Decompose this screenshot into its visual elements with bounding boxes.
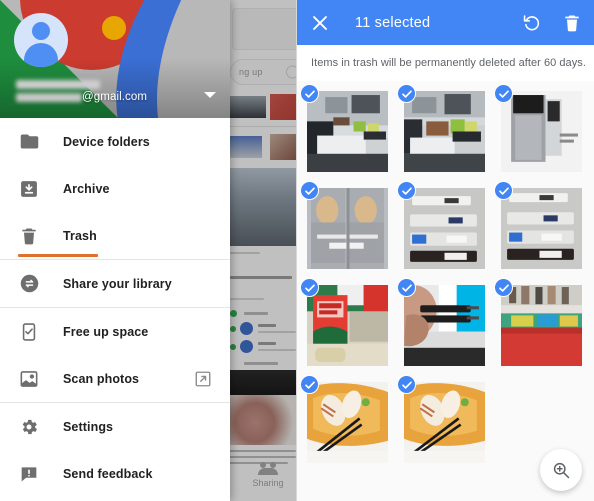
drawer-section-tools: Free up space Scan photos: [0, 308, 230, 402]
photo-grid: [297, 81, 594, 501]
folder-icon: [17, 130, 41, 154]
account-email-suffix: @gmail.com: [82, 91, 148, 103]
feedback-icon: [17, 462, 41, 486]
gear-icon: [17, 415, 41, 439]
photo-thumbnail: [307, 188, 388, 269]
open-in-new-icon[interactable]: [194, 370, 212, 388]
drawer-section-sharing: Share your library: [0, 260, 230, 307]
photo-thumbnail: [501, 285, 582, 366]
drawer-section-library: Device folders Archive Trash: [0, 118, 230, 259]
photo-thumbnail: [404, 285, 485, 366]
photo-thumbnail: [501, 91, 582, 172]
restore-icon[interactable]: [522, 13, 542, 33]
selected-check-icon[interactable]: [300, 278, 319, 297]
archive-icon: [17, 177, 41, 201]
photo-cell[interactable]: [299, 277, 396, 374]
selected-check-icon[interactable]: [494, 181, 513, 200]
photo-thumbnail: [404, 382, 485, 463]
right-panel: 11 selected Items in trash will be perma…: [297, 0, 594, 501]
selected-indicator: [18, 254, 98, 257]
photo-cell[interactable]: [299, 83, 396, 180]
zoom-in-search-icon: [551, 460, 571, 480]
selected-check-icon[interactable]: [397, 375, 416, 394]
sidebar-item-label: Free up space: [63, 324, 149, 339]
avatar[interactable]: [14, 13, 68, 67]
sidebar-item-label: Scan photos: [63, 371, 140, 386]
scan-photos-icon: [17, 367, 41, 391]
sidebar-item-scan-photos[interactable]: Scan photos: [0, 355, 230, 402]
share-circle-icon: [17, 272, 41, 296]
selected-check-icon[interactable]: [494, 278, 513, 297]
delete-icon[interactable]: [562, 13, 582, 33]
search-fab[interactable]: [540, 449, 582, 491]
photo-cell[interactable]: [493, 180, 590, 277]
photo-thumbnail: [307, 91, 388, 172]
photo-cell[interactable]: [299, 374, 396, 471]
photo-thumbnail: [404, 91, 485, 172]
selected-check-icon[interactable]: [494, 84, 513, 103]
sidebar-item-label: Device folders: [63, 134, 150, 149]
sidebar-item-send-feedback[interactable]: Send feedback: [0, 450, 230, 497]
trash-retention-notice: Items in trash will be permanently delet…: [297, 45, 594, 81]
sidebar-item-settings[interactable]: Settings: [0, 403, 230, 450]
account-name-redacted: [16, 80, 100, 89]
selection-appbar: 11 selected: [297, 0, 594, 45]
drawer-section-settings: Settings Send feedback: [0, 403, 230, 501]
photo-cell[interactable]: [493, 277, 590, 374]
selected-check-icon[interactable]: [300, 181, 319, 200]
photo-thumbnail: [501, 188, 582, 269]
avatar-body: [24, 43, 58, 67]
sidebar-item-free-up-space[interactable]: Free up space: [0, 308, 230, 355]
photo-thumbnail: [307, 285, 388, 366]
sidebar-item-label: Settings: [63, 419, 114, 434]
sidebar-item-label: Share your library: [63, 276, 172, 291]
photo-thumbnail: [404, 188, 485, 269]
selected-check-icon[interactable]: [300, 375, 319, 394]
avatar-head: [32, 22, 50, 40]
sidebar-item-trash[interactable]: Trash: [0, 212, 230, 259]
sidebar-item-help[interactable]: Help: [0, 497, 230, 501]
free-up-space-icon: [17, 320, 41, 344]
photo-cell[interactable]: [396, 374, 493, 471]
photo-thumbnail: [307, 382, 388, 463]
navigation-drawer: @gmail.com Device folders Archive Trash …: [0, 0, 230, 501]
caret-down-icon[interactable]: [204, 92, 216, 98]
account-header[interactable]: @gmail.com: [0, 0, 230, 118]
left-panel: ng up Sharing @gmail.com Device folders …: [0, 0, 297, 501]
sidebar-item-archive[interactable]: Archive: [0, 165, 230, 212]
photo-cell[interactable]: [396, 180, 493, 277]
sidebar-item-device-folders[interactable]: Device folders: [0, 118, 230, 165]
close-icon[interactable]: [309, 12, 331, 34]
selection-count-title: 11 selected: [355, 14, 431, 31]
photo-cell[interactable]: [396, 83, 493, 180]
photo-cell[interactable]: [396, 277, 493, 374]
selected-check-icon[interactable]: [300, 84, 319, 103]
account-email-redacted: [16, 93, 82, 102]
selected-check-icon[interactable]: [397, 278, 416, 297]
selected-check-icon[interactable]: [397, 181, 416, 200]
sidebar-item-share-your-library[interactable]: Share your library: [0, 260, 230, 307]
photo-cell[interactable]: [299, 180, 396, 277]
sidebar-item-label: Archive: [63, 181, 110, 196]
appbar-actions: [522, 13, 582, 33]
selected-check-icon[interactable]: [397, 84, 416, 103]
trash-icon: [17, 224, 41, 248]
sidebar-item-label: Trash: [63, 228, 97, 243]
sidebar-item-label: Send feedback: [63, 466, 153, 481]
screenshot-root: ng up Sharing @gmail.com Device folders …: [0, 0, 594, 501]
photo-cell[interactable]: [493, 83, 590, 180]
